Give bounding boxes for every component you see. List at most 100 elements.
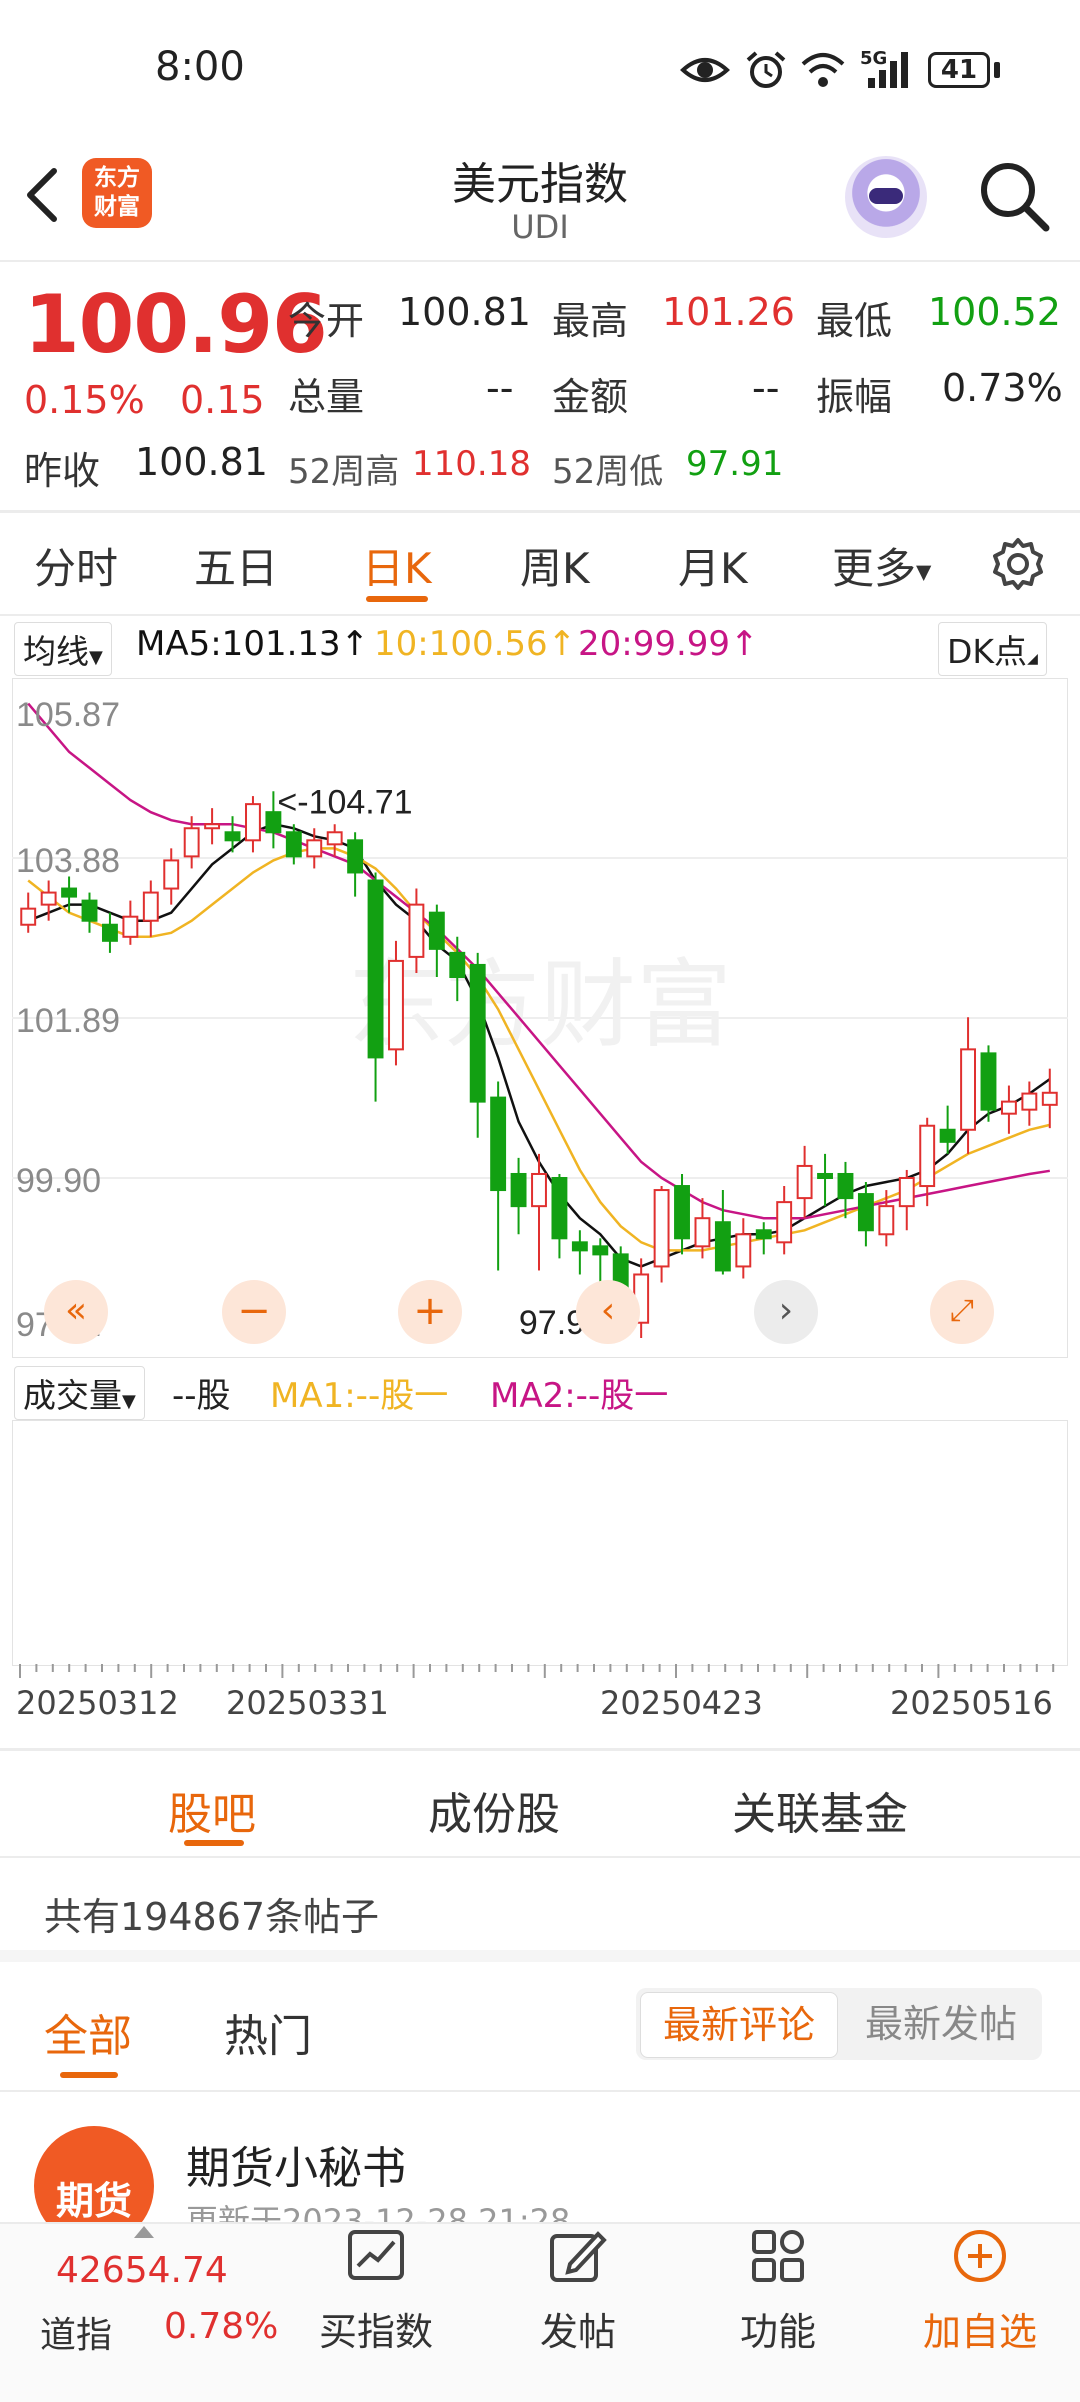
- low-value: 100.52: [928, 290, 1061, 334]
- nav-functions[interactable]: 功能: [708, 2228, 848, 2356]
- filter-indicator: [60, 2072, 118, 2078]
- eye-icon: [680, 58, 730, 82]
- y-tick-label: 101.89: [16, 1002, 120, 1040]
- candle-up: [796, 1164, 813, 1200]
- nav-buy-index[interactable]: 买指数: [306, 2228, 446, 2356]
- candlestick-chart[interactable]: 东方财富 105.87103.88101.8999.9097.91 <-104.…: [12, 678, 1068, 1358]
- filter-hot[interactable]: 热门: [224, 2000, 312, 2064]
- open-value: 100.81: [398, 290, 531, 334]
- dk-point-button[interactable]: DK点◢: [938, 622, 1047, 676]
- x-label-3: 20250423: [600, 1684, 763, 1722]
- search-icon[interactable]: [976, 158, 1052, 234]
- scroll-left-icon[interactable]: ‹: [576, 1280, 640, 1344]
- sort-latest-post[interactable]: 最新发帖: [846, 1992, 1036, 2056]
- candle-down: [81, 899, 98, 922]
- x-axis-ticks: [19, 1664, 1055, 1678]
- subtabs-divider: [0, 1856, 1080, 1858]
- tab-forum[interactable]: 股吧: [168, 1778, 256, 1842]
- scroll-right-icon[interactable]: ›: [754, 1280, 818, 1344]
- candle-up: [40, 891, 57, 906]
- candle-down: [490, 1096, 507, 1192]
- candle-down: [980, 1052, 997, 1111]
- amount-label: 金额: [552, 375, 629, 419]
- candle-up: [776, 1201, 793, 1244]
- amplitude-label: 振幅: [816, 375, 893, 419]
- high-label: 最高: [552, 299, 629, 343]
- nav-buy-label: 买指数: [318, 2310, 433, 2354]
- post-count: 共有194867条帖子: [44, 1895, 380, 1939]
- ma10-value: 10:100.56: [374, 624, 548, 664]
- change-value: 0.15: [180, 378, 265, 422]
- caret-down-icon: ▼: [89, 647, 103, 668]
- candle-down: [347, 839, 364, 874]
- candle-up: [653, 1189, 670, 1268]
- caret-down-icon: ▼: [122, 1391, 136, 1412]
- expand-up-icon[interactable]: [134, 2226, 154, 2238]
- zoom-in-icon[interactable]: +: [398, 1280, 462, 1344]
- apps-grid-icon: [752, 2230, 804, 2282]
- nav-add-watchlist[interactable]: 加自选: [910, 2228, 1050, 2356]
- section-gap: [0, 1950, 1080, 1962]
- post-author[interactable]: 期货小秘书: [186, 2132, 406, 2196]
- assistant-robot-icon[interactable]: [845, 156, 927, 238]
- filter-all[interactable]: 全部: [44, 2000, 132, 2064]
- active-tab-indicator: [366, 596, 428, 602]
- y-tick-label: 99.90: [16, 1162, 101, 1200]
- y-tick-label: 105.87: [16, 696, 120, 734]
- tab-five-day[interactable]: 五日: [194, 535, 278, 596]
- tab-more-label: 更多: [832, 544, 917, 593]
- candle-up: [20, 907, 37, 926]
- post-meta: 更新于2023-12-28 21:28: [186, 2202, 571, 2224]
- ma5-value: MA5:101.13: [136, 624, 341, 664]
- candle-up: [183, 827, 200, 858]
- candle-up: [306, 839, 323, 858]
- ma-selector[interactable]: 均线▼: [14, 622, 112, 676]
- w52-high-value: 110.18: [412, 444, 531, 484]
- nav-post[interactable]: 发帖: [508, 2228, 648, 2356]
- tab-more[interactable]: 更多▼: [832, 535, 931, 596]
- index-name[interactable]: 道指: [40, 2306, 112, 2358]
- ma20-readout: 20:99.99↑: [578, 624, 759, 664]
- volume-chart[interactable]: [12, 1420, 1068, 1666]
- index-change[interactable]: 0.78%: [164, 2306, 278, 2347]
- candle-up: [326, 831, 343, 846]
- candle-up: [960, 1048, 977, 1131]
- prev-close-value: 100.81: [135, 440, 268, 484]
- nav-functions-label: 功能: [739, 2310, 816, 2354]
- ma20-value: 20:99.99: [578, 624, 731, 664]
- ma5-readout: MA5:101.13↑: [136, 624, 369, 664]
- forum-divider: [0, 2090, 1080, 2092]
- settings-gear-icon[interactable]: [990, 536, 1046, 592]
- volume-label: 总量: [288, 375, 365, 419]
- candle-down: [674, 1185, 690, 1240]
- zoom-out-icon[interactable]: −: [222, 1280, 286, 1344]
- candle-up: [408, 903, 425, 958]
- candle-down: [857, 1193, 874, 1232]
- volume-ma2: MA2:--股一: [490, 1376, 669, 1416]
- tab-monthly-k[interactable]: 月K: [678, 535, 748, 596]
- candle-up: [204, 823, 221, 830]
- candle-down: [939, 1128, 956, 1143]
- open-label: 今开: [288, 299, 365, 343]
- index-value[interactable]: 42654.74: [56, 2250, 228, 2291]
- tab-related-funds[interactable]: 关联基金: [732, 1778, 908, 1842]
- candle-down: [755, 1229, 772, 1240]
- chart-bottom-divider: [0, 1748, 1080, 1751]
- candle-down: [714, 1221, 731, 1272]
- scroll-left-far-icon[interactable]: «: [44, 1280, 108, 1344]
- volume-selector[interactable]: 成交量▼: [14, 1366, 145, 1420]
- candle-up: [919, 1124, 936, 1188]
- candle-up: [735, 1233, 752, 1268]
- sort-latest-comment[interactable]: 最新评论: [640, 1992, 838, 2058]
- candle-down: [592, 1245, 609, 1256]
- tab-constituents[interactable]: 成份股: [428, 1778, 560, 1842]
- fullscreen-icon[interactable]: ⤢: [930, 1280, 994, 1344]
- candle-down: [61, 887, 78, 898]
- wifi-icon: [801, 53, 845, 87]
- tab-daily-k[interactable]: 日K: [362, 535, 432, 596]
- candle-down: [510, 1172, 527, 1208]
- candle-up: [388, 959, 404, 1051]
- tab-intraday[interactable]: 分时: [34, 535, 118, 596]
- tab-weekly-k[interactable]: 周K: [520, 535, 590, 596]
- volume-ma1: MA1:--股一: [270, 1376, 449, 1416]
